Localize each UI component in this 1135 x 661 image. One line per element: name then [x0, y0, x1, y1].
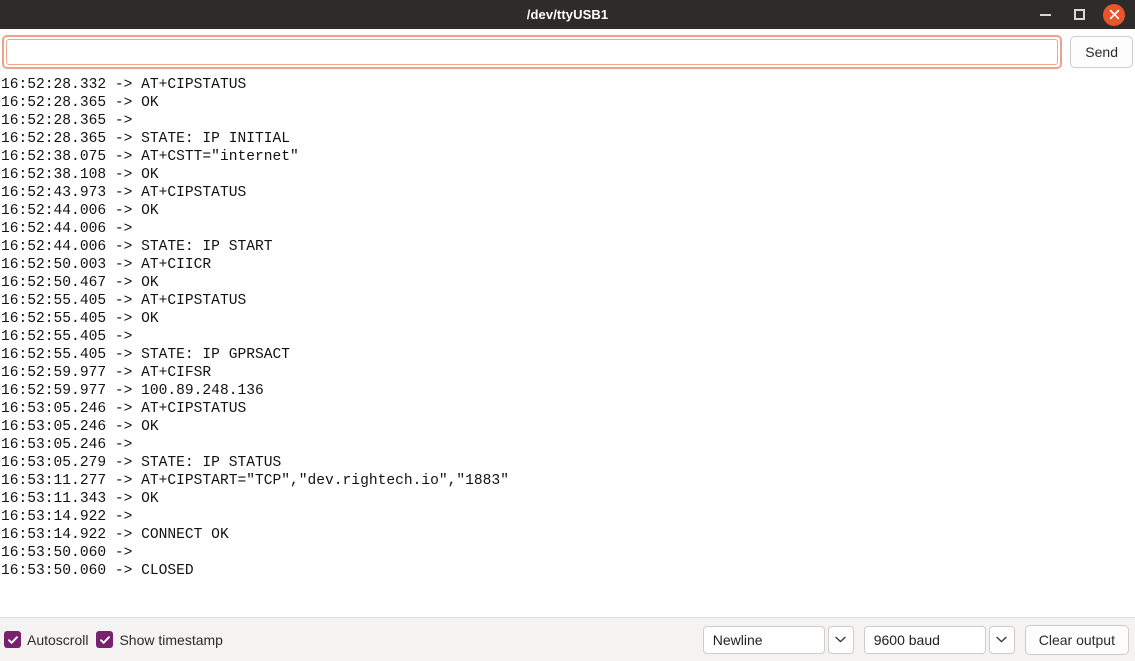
log-line: 16:52:43.973 -> AT+CIPSTATUS — [1, 185, 247, 201]
serial-monitor-window: /dev/ttyUSB1 Send 16:52:28.332 -> AT+CIP… — [0, 0, 1135, 661]
chevron-down-icon — [835, 636, 846, 643]
log-line: 16:52:28.365 -> OK — [1, 95, 159, 111]
log-line: 16:53:50.060 -> — [1, 545, 142, 561]
send-button[interactable]: Send — [1070, 36, 1133, 68]
log-line: 16:52:28.365 -> — [1, 113, 142, 129]
log-line: 16:53:05.279 -> STATE: IP STATUS — [1, 455, 282, 471]
log-line: 16:52:28.332 -> AT+CIPSTATUS — [1, 77, 247, 93]
log-line: 16:53:05.246 -> OK — [1, 419, 159, 435]
log-line: 16:53:11.277 -> AT+CIPSTART="TCP","dev.r… — [1, 473, 509, 489]
send-row: Send — [0, 29, 1135, 75]
log-line: 16:53:11.343 -> OK — [1, 491, 159, 507]
window-controls — [1035, 3, 1135, 26]
log-line: 16:52:44.006 -> — [1, 221, 142, 237]
close-icon — [1109, 9, 1119, 20]
maximize-button[interactable] — [1069, 5, 1089, 25]
minimize-icon — [1039, 13, 1051, 16]
log-line: 16:53:14.922 -> CONNECT OK — [1, 527, 229, 543]
close-button[interactable] — [1103, 3, 1125, 26]
log-line: 16:52:44.006 -> OK — [1, 203, 159, 219]
title-bar: /dev/ttyUSB1 — [0, 0, 1135, 29]
log-line: 16:53:05.246 -> AT+CIPSTATUS — [1, 401, 247, 417]
show-timestamp-checkbox[interactable] — [96, 631, 114, 648]
log-line: 16:52:44.006 -> STATE: IP START — [1, 239, 273, 255]
command-input-wrapper — [2, 35, 1063, 69]
log-line: 16:52:50.467 -> OK — [1, 275, 159, 291]
log-line: 16:53:14.922 -> — [1, 509, 142, 525]
maximize-icon — [1073, 9, 1085, 20]
show-timestamp-label: Show timestamp — [119, 631, 223, 648]
log-line: 16:53:50.060 -> CLOSED — [1, 563, 194, 579]
baud-rate-dropdown-button[interactable] — [988, 625, 1015, 654]
log-line: 16:52:59.977 -> AT+CIFSR — [1, 365, 212, 381]
log-line: 16:52:55.405 -> OK — [1, 311, 159, 327]
chevron-down-icon — [996, 636, 1007, 643]
line-ending-select[interactable]: Newline — [702, 625, 854, 654]
autoscroll-checkbox[interactable] — [4, 631, 21, 648]
show-timestamp-checkbox-item[interactable]: Show timestamp — [96, 631, 223, 648]
clear-output-button[interactable]: Clear output — [1024, 624, 1129, 655]
log-line: 16:52:55.405 -> STATE: IP GPRSACT — [1, 347, 291, 363]
window-title: /dev/ttyUSB1 — [526, 7, 609, 22]
log-line: 16:52:55.405 -> AT+CIPSTATUS — [1, 293, 247, 309]
command-input[interactable] — [6, 39, 1059, 65]
log-line: 16:52:38.108 -> OK — [1, 167, 159, 183]
serial-output-log[interactable]: 16:52:28.332 -> AT+CIPSTATUS 16:52:28.365… — [0, 75, 1135, 617]
checkbox-group: Autoscroll Show timestamp — [4, 631, 223, 648]
baud-rate-select[interactable]: 9600 baud — [863, 625, 1015, 654]
log-line: 16:52:28.365 -> STATE: IP INITIAL — [1, 131, 291, 147]
line-ending-dropdown-button[interactable] — [827, 625, 854, 654]
baud-rate-value[interactable]: 9600 baud — [863, 625, 986, 654]
log-line: 16:52:59.977 -> 100.89.248.136 — [1, 383, 264, 399]
checkmark-icon — [100, 635, 110, 644]
status-bar: Autoscroll Show timestamp Newline 9600 b… — [0, 617, 1135, 661]
log-line: 16:52:38.075 -> AT+CSTT="internet" — [1, 149, 299, 165]
autoscroll-checkbox-item[interactable]: Autoscroll — [4, 631, 88, 648]
log-line: 16:52:50.003 -> AT+CIICR — [1, 257, 212, 273]
log-lines-container: 16:52:28.332 -> AT+CIPSTATUS 16:52:28.365… — [1, 76, 1135, 580]
log-line: 16:52:55.405 -> — [1, 329, 142, 345]
minimize-button[interactable] — [1035, 5, 1055, 25]
log-line: 16:53:05.246 -> — [1, 437, 142, 453]
checkmark-icon — [7, 635, 18, 644]
autoscroll-label: Autoscroll — [27, 631, 89, 648]
line-ending-value[interactable]: Newline — [702, 625, 825, 654]
